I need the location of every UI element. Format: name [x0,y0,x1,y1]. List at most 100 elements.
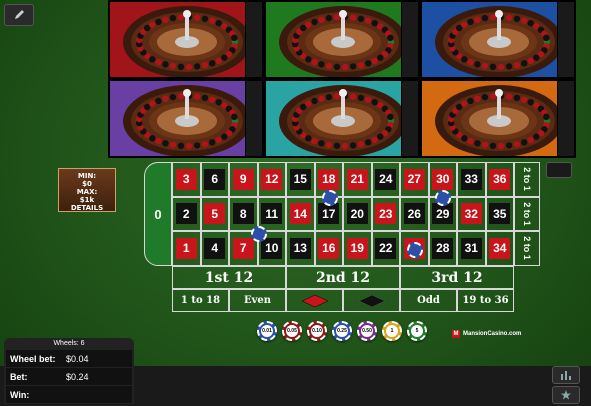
number-bet[interactable]: 22 [371,231,400,266]
number-bet[interactable]: 32 [457,196,486,232]
brand-name: MansionCasino.com [463,331,522,337]
chip-button[interactable]: 0.50 [357,321,377,341]
bet-1-to-18[interactable]: 1 to 18 [172,289,229,312]
limits-details-button[interactable]: MIN: $0 MAX: $1k DETAILS [58,168,116,212]
dozen-bet-1st[interactable]: 1st 12 [172,266,286,289]
bet-even[interactable]: Even [229,289,286,312]
number-label: 34 [489,237,511,259]
number-bet[interactable]: 15 [286,162,315,197]
roulette-wheel [108,0,264,79]
chip-value: 0.05 [286,325,298,337]
bet-odd[interactable]: Odd [400,289,457,312]
number-label: 35 [489,203,511,225]
dozen-bet-2nd[interactable]: 2nd 12 [286,266,400,289]
win-row: Win: [6,386,132,403]
number-bet[interactable]: 33 [457,162,486,197]
roulette-wheel [264,0,420,79]
bet-label: Bet: [10,371,28,382]
placed-chip[interactable] [251,226,267,242]
column-bet-label: 2 to 1 [521,167,532,192]
number-bet[interactable]: 21 [343,162,372,197]
number-bet[interactable]: 24 [371,162,400,197]
wheel-bet-value: $0.04 [66,353,89,364]
bet-value: $0.24 [66,371,89,382]
number-bet[interactable]: 13 [286,231,315,266]
outside-bets: 1 to 18 Even Odd 19 to 36 [172,289,514,312]
number-label: 2 [175,203,197,225]
number-bet[interactable]: 35 [485,196,514,232]
dozen-bet-3rd[interactable]: 3rd 12 [400,266,514,289]
number-bet[interactable]: 3 [172,162,201,197]
column-bet-label: 2 to 1 [521,202,532,226]
number-bet[interactable]: 20 [343,196,372,232]
number-bet[interactable]: 31 [457,231,486,266]
placed-chip[interactable] [407,242,423,258]
wheel-history-panel [245,81,262,156]
number-bet[interactable]: 2 [172,196,201,232]
column-bet-middle[interactable]: 2 to 1 [514,196,540,232]
chip-value: 0.25 [336,325,348,337]
chip-button[interactable]: 0.05 [282,321,302,341]
number-bet[interactable]: 9 [229,162,258,197]
bet-info-panel: Wheels: 6 Wheel bet: $0.04 Bet: $0.24 Wi… [4,338,134,404]
placed-chip[interactable] [435,190,451,206]
max-value: $1k [79,196,95,204]
number-bet[interactable]: 23 [371,196,400,232]
chip-button[interactable]: 5 [407,321,427,341]
number-bet[interactable]: 26 [400,196,429,232]
number-bet[interactable]: 1 [172,231,201,266]
number-label: 29 [432,203,454,225]
number-label: 26 [403,203,425,225]
roulette-wheel [420,79,576,158]
number-label: 10 [261,237,283,259]
max-label: MAX: [76,188,98,196]
chip-button[interactable]: 1 [382,321,402,341]
wheel-disc-icon [123,5,251,77]
number-bet[interactable]: 4 [200,231,229,266]
edit-button[interactable] [4,4,34,26]
bet-19-to-36[interactable]: 19 to 36 [457,289,514,312]
win-label: Win: [10,389,30,400]
number-bet[interactable]: 14 [286,196,315,232]
number-label: 36 [489,168,511,190]
number-label: 11 [261,203,283,225]
number-bet[interactable]: 5 [200,196,229,232]
zero-bet[interactable]: 0 [144,162,172,266]
number-bet[interactable]: 16 [314,231,343,266]
chip-button[interactable]: 0.25 [332,321,352,341]
wheel-history-panel [557,2,574,77]
number-bet[interactable]: 8 [229,196,258,232]
table-toggle-button[interactable] [546,162,572,178]
wheels-grid [108,0,576,158]
column-bet-top[interactable]: 2 to 1 [514,162,540,197]
chip-button[interactable]: 0.01 [257,321,277,341]
number-bet[interactable]: 28 [428,231,457,266]
number-label: 28 [432,237,454,259]
number-label: 18 [318,168,340,190]
number-label: 13 [289,237,311,259]
favorite-button[interactable] [552,386,580,404]
number-label: 19 [346,237,368,259]
chip-button[interactable]: 0.10 [307,321,327,341]
placed-chip[interactable] [322,190,338,206]
wheel-history-panel [401,2,418,77]
number-label: 32 [460,203,482,225]
stats-button[interactable] [552,366,580,384]
number-label: 17 [318,203,340,225]
number-bet[interactable]: 12 [257,162,286,197]
bet-black[interactable] [343,289,400,312]
bet-red[interactable] [286,289,343,312]
number-label: 12 [261,168,283,190]
number-label: 9 [232,168,254,190]
wheel-bet-row: Wheel bet: $0.04 [6,350,132,367]
brand-mark: M [452,330,460,338]
number-bet[interactable]: 27 [400,162,429,197]
number-bet[interactable]: 36 [485,162,514,197]
wheel-disc-icon [279,84,407,156]
number-label: 24 [375,168,397,190]
number-bet[interactable]: 6 [200,162,229,197]
column-bet-bottom[interactable]: 2 to 1 [514,231,540,266]
chip-value: 1 [386,325,398,337]
number-bet[interactable]: 19 [343,231,372,266]
number-bet[interactable]: 34 [485,231,514,266]
